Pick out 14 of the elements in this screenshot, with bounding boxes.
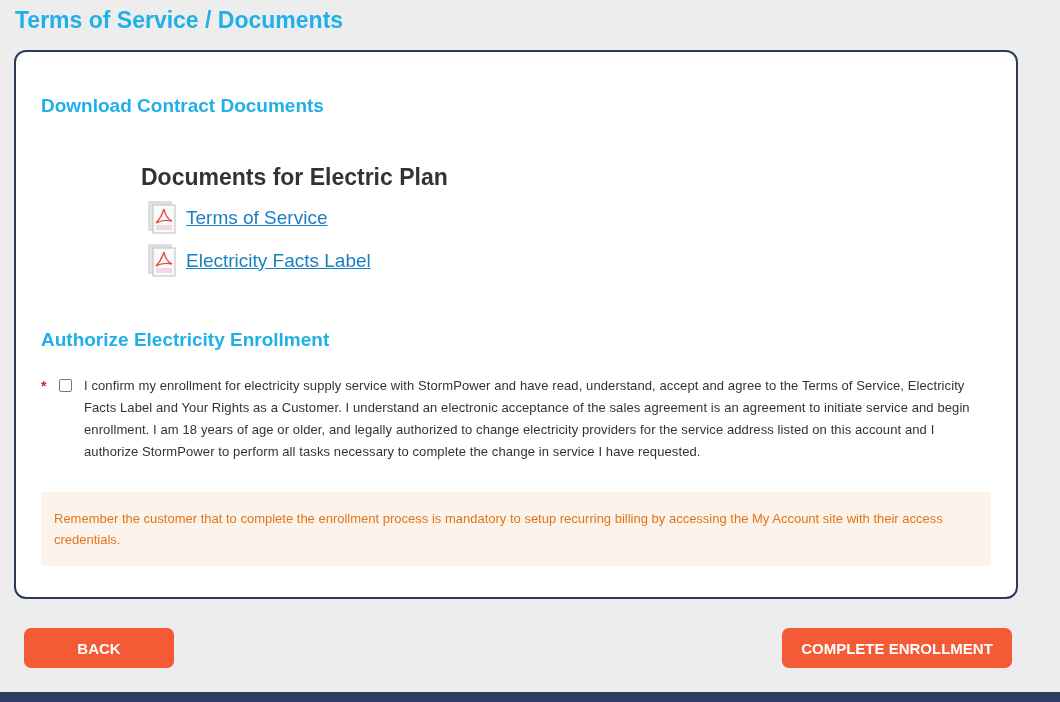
document-link[interactable]: Terms of Service [186, 206, 328, 229]
section-heading: Authorize Electricity Enrollment [41, 329, 331, 351]
required-mark: * [41, 377, 48, 394]
consent-text: I confirm my enrollment for electricity supply service with StormPower and have read, understand, accept and agree to the Terms of Service, Electricity Facts Label and Your Rights as a Customer. I understand an electronic acceptance of the sales agreement is an agreement to initiate service and begin enrollment. I am 18 years of age or older, and legally authorized to change electricity providers for the service address listed on this account and I authorize StormPower to perform all tasks necessary to complete the change in service I have requested. [84, 377, 971, 461]
document-link[interactable]: Electricity Facts Label [186, 249, 371, 272]
complete-enrollment-button[interactable]: COMPLETE ENROLLMENT [782, 628, 1012, 668]
page-title: Terms of Service / Documents [15, 7, 345, 35]
section-heading: Download Contract Documents [41, 95, 325, 117]
documents-title: Documents for Electric Plan [141, 164, 449, 191]
back-button[interactable]: BACK [24, 628, 174, 668]
consent-checkbox[interactable] [59, 379, 72, 392]
pdf-file-icon [148, 201, 178, 234]
pdf-file-icon [148, 244, 178, 277]
notice-message: Remember the customer that to complete the enrollment process is mandatory to setup recurring billing by accessing the My Account site with their access credentials. [41, 492, 991, 566]
